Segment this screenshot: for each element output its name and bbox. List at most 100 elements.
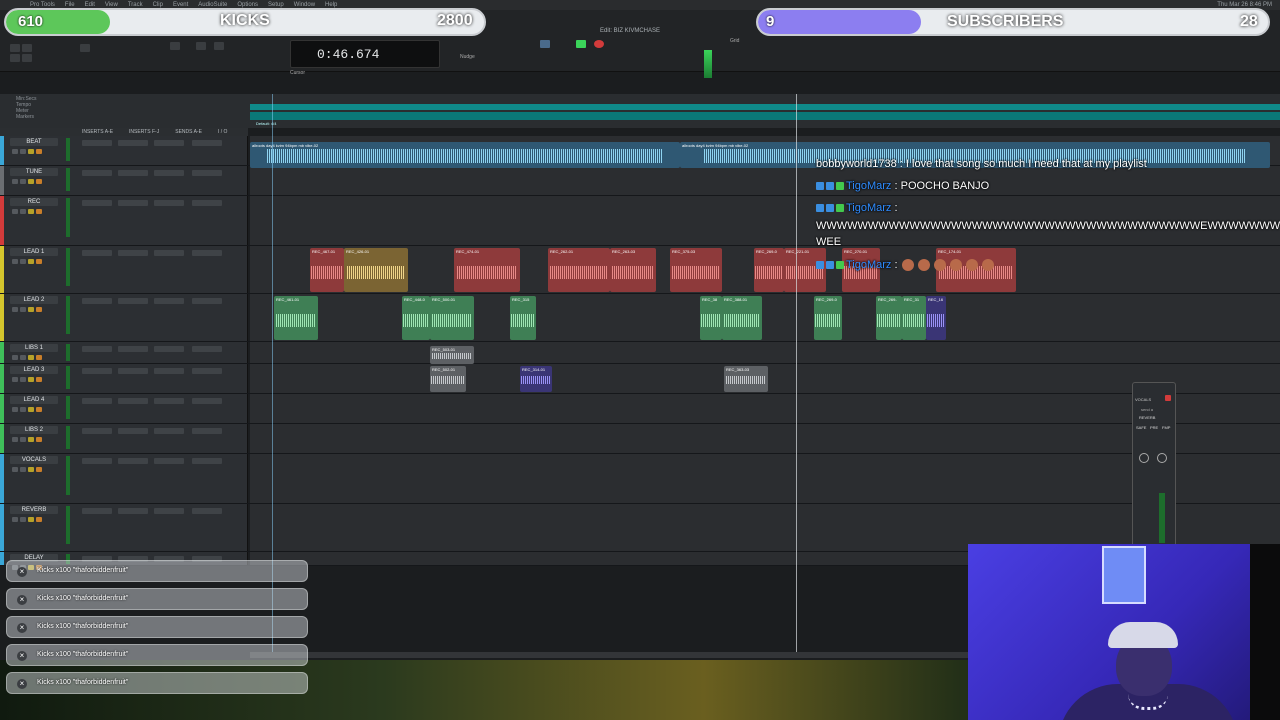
track-lane[interactable]: [250, 454, 1280, 503]
insert-slot[interactable]: [82, 398, 112, 404]
input-monitor-button[interactable]: [20, 355, 26, 360]
close-icon[interactable]: ×: [17, 679, 27, 689]
audio-clip[interactable]: REC_269-0: [814, 296, 842, 340]
safe-button[interactable]: SAFE: [1136, 425, 1146, 430]
audio-clip[interactable]: REC_474-01: [454, 248, 520, 292]
send-slot[interactable]: [154, 508, 184, 514]
input-monitor-button[interactable]: [20, 149, 26, 154]
track-lane[interactable]: [250, 394, 1280, 423]
record-enable-button[interactable]: [12, 149, 18, 154]
track-header[interactable]: TUNE: [0, 166, 248, 195]
input-monitor-button[interactable]: [20, 179, 26, 184]
meter-ruler[interactable]: Default: 4/4: [250, 112, 1280, 126]
mute-button[interactable]: [36, 355, 42, 360]
loop-button[interactable]: [540, 40, 550, 48]
track-name[interactable]: LIBS 1: [10, 344, 58, 352]
audio-clip[interactable]: REC_315: [510, 296, 536, 340]
input-monitor-button[interactable]: [20, 209, 26, 214]
send-destination[interactable]: REVERB: [1139, 415, 1155, 420]
insert-slot[interactable]: [82, 298, 112, 304]
send-slot[interactable]: [154, 170, 184, 176]
track-row[interactable]: LEAD 4: [0, 394, 1280, 424]
close-icon[interactable]: ×: [17, 623, 27, 633]
grid-mode-button[interactable]: [22, 54, 32, 62]
audio-clip[interactable]: REC_363-03: [724, 366, 768, 392]
audio-clip[interactable]: REC_314-01: [520, 366, 552, 392]
mute-button[interactable]: [36, 407, 42, 412]
input-monitor-button[interactable]: [20, 259, 26, 264]
audio-clip[interactable]: REC_262-01: [548, 248, 610, 292]
input-monitor-button[interactable]: [20, 517, 26, 522]
audio-clip[interactable]: allroots day4 kvim 94bpm mb vibe-02: [250, 142, 680, 168]
track-name[interactable]: LEAD 1: [10, 248, 58, 256]
record-enable-button[interactable]: [12, 517, 18, 522]
solo-button[interactable]: [28, 209, 34, 214]
track-name[interactable]: LEAD 3: [10, 366, 58, 374]
record-enable-button[interactable]: [12, 179, 18, 184]
track-row[interactable]: LIBS 1: [0, 342, 1280, 364]
send-slot[interactable]: [154, 458, 184, 464]
track-header[interactable]: LEAD 1: [0, 246, 248, 293]
insert-slot[interactable]: [82, 508, 112, 514]
audio-clip[interactable]: REC_461-01: [274, 296, 318, 340]
audio-clip[interactable]: REC_388-01: [722, 296, 762, 340]
close-icon[interactable]: ×: [17, 595, 27, 605]
insert-slot[interactable]: [118, 346, 148, 352]
insert-slot[interactable]: [118, 200, 148, 206]
record-button[interactable]: [594, 40, 604, 48]
solo-button[interactable]: [28, 517, 34, 522]
audio-clip[interactable]: REC_467-01: [310, 248, 344, 292]
record-enable-button[interactable]: [12, 467, 18, 472]
insert-slot[interactable]: [118, 458, 148, 464]
input-monitor-button[interactable]: [20, 407, 26, 412]
solo-button[interactable]: [28, 307, 34, 312]
mute-button[interactable]: [36, 149, 42, 154]
insert-slot[interactable]: [82, 368, 112, 374]
insert-slot[interactable]: [118, 298, 148, 304]
mute-button[interactable]: [36, 259, 42, 264]
send-slot[interactable]: [154, 398, 184, 404]
track-header[interactable]: REVERB: [0, 504, 248, 551]
audio-clip[interactable]: REC_375-03: [670, 248, 722, 292]
insert-slot[interactable]: [82, 458, 112, 464]
tempo-ruler[interactable]: Manual Tempo: [250, 104, 1280, 118]
record-enable-button[interactable]: [12, 407, 18, 412]
audio-clip[interactable]: REC_263-03: [610, 248, 656, 292]
audio-clip[interactable]: REC_31: [902, 296, 926, 340]
record-enable-button[interactable]: [12, 355, 18, 360]
insert-slot[interactable]: [82, 250, 112, 256]
io-input-selector[interactable]: [192, 298, 222, 304]
track-name[interactable]: BEAT: [10, 138, 58, 146]
io-input-selector[interactable]: [192, 458, 222, 464]
trim-tool-button[interactable]: [170, 42, 180, 50]
audio-clip[interactable]: REC_269-0: [754, 248, 784, 292]
mute-button[interactable]: [36, 209, 42, 214]
track-row[interactable]: VOCALS: [0, 454, 1280, 504]
audio-clip[interactable]: REC_502-01: [430, 366, 466, 392]
send-slot[interactable]: [154, 346, 184, 352]
send-slot[interactable]: [154, 428, 184, 434]
grabber-tool-button[interactable]: [196, 42, 206, 50]
close-icon[interactable]: [1165, 395, 1171, 401]
send-slot[interactable]: [154, 250, 184, 256]
input-monitor-button[interactable]: [20, 307, 26, 312]
input-monitor-button[interactable]: [20, 437, 26, 442]
audio-clip[interactable]: REC_269-: [876, 296, 902, 340]
track-header[interactable]: LEAD 3: [0, 364, 248, 393]
track-name[interactable]: VOCALS: [10, 456, 58, 464]
insert-slot[interactable]: [118, 170, 148, 176]
send-pan-knob[interactable]: [1157, 453, 1167, 463]
record-enable-button[interactable]: [12, 307, 18, 312]
track-row[interactable]: LIBS 2: [0, 424, 1280, 454]
track-header[interactable]: BEAT: [0, 136, 248, 165]
audio-clip[interactable]: REC_38: [700, 296, 722, 340]
insert-slot[interactable]: [118, 428, 148, 434]
track-name[interactable]: LEAD 4: [10, 396, 58, 404]
insert-slot[interactable]: [82, 346, 112, 352]
slip-mode-button[interactable]: [10, 54, 20, 62]
timeline-rulers[interactable]: Min:Secs Tempo Meter Markers Manual Temp…: [0, 94, 1280, 128]
track-header[interactable]: REC: [0, 196, 248, 245]
io-input-selector[interactable]: [192, 398, 222, 404]
io-input-selector[interactable]: [192, 346, 222, 352]
shuffle-mode-button[interactable]: [10, 44, 20, 52]
